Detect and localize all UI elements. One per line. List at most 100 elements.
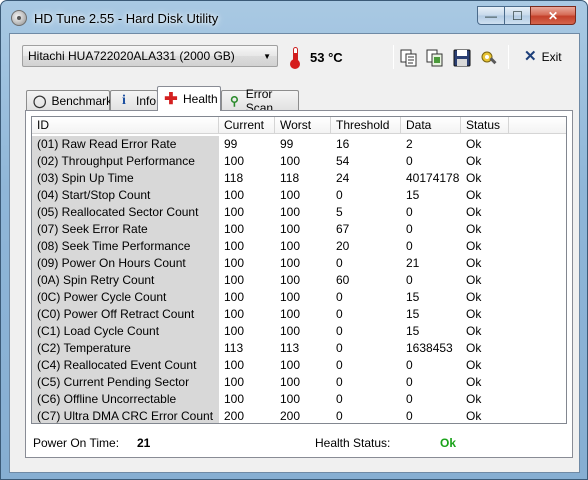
title-bar[interactable]: HD Tune 2.55 - Hard Disk Utility — ☐ ✕: [1, 1, 587, 33]
cell-worst: 100: [280, 239, 301, 253]
table-row[interactable]: (C0) Power Off Retract Count 100 100 0 15 Ok: [32, 306, 566, 323]
table-row[interactable]: (0A) Spin Retry Count 100 100 60 0 Ok: [32, 272, 566, 289]
tab-error-scan[interactable]: ⚲ Error Scan: [221, 87, 299, 115]
table-row[interactable]: (08) Seek Time Performance 100 100 20 0 Ok: [32, 238, 566, 255]
cell-current: 100: [224, 205, 245, 219]
cell-data: 0: [406, 358, 413, 372]
table-row[interactable]: (0C) Power Cycle Count 100 100 0 15 Ok: [32, 289, 566, 306]
tab-health[interactable]: ✚ Health: [157, 86, 221, 111]
cell-id: (C2) Temperature: [32, 340, 219, 357]
cell-threshold: 0: [336, 188, 343, 202]
close-button[interactable]: ✕: [530, 6, 576, 25]
cell-threshold: 67: [336, 222, 350, 236]
cell-current: 100: [224, 290, 245, 304]
cell-status: Ok: [466, 273, 482, 287]
tab-benchmark[interactable]: ◯ Benchmark: [26, 90, 113, 110]
cell-threshold: 0: [336, 392, 343, 406]
table-row[interactable]: (07) Seek Error Rate 100 100 67 0 Ok: [32, 221, 566, 238]
cell-current: 100: [224, 307, 245, 321]
cell-id: (C6) Offline Uncorrectable: [32, 391, 219, 408]
cell-worst: 100: [280, 154, 301, 168]
save-icon[interactable]: [453, 49, 471, 67]
table-row[interactable]: (09) Power On Hours Count 100 100 0 21 Ok: [32, 255, 566, 272]
client-area: Hitachi HUA722020ALA331 (2000 GB) ▼ 53 °…: [9, 33, 580, 473]
cell-id: (C1) Load Cycle Count: [32, 323, 219, 340]
column-header-current[interactable]: Current: [219, 117, 275, 134]
chevron-down-icon[interactable]: ▼: [263, 52, 271, 61]
health-panel: ID Current Worst Threshold Data Status (…: [25, 110, 573, 458]
magnifier-icon: ⚲: [229, 93, 239, 108]
cell-threshold: 0: [336, 307, 343, 321]
exit-label: Exit: [541, 50, 562, 64]
toolbar-separator: [508, 45, 509, 69]
cell-threshold: 0: [336, 341, 343, 355]
power-on-time-value: 21: [137, 436, 151, 450]
cell-current: 118: [224, 171, 244, 185]
table-row[interactable]: (03) Spin Up Time 118 118 24 40174178 Ok: [32, 170, 566, 187]
column-header-filler: [509, 117, 566, 134]
cell-status: Ok: [466, 188, 482, 202]
table-row[interactable]: (C2) Temperature 113 113 0 1638453 Ok: [32, 340, 566, 357]
cell-id: (0A) Spin Retry Count: [32, 272, 219, 289]
cell-data: 0: [406, 154, 413, 168]
cell-worst: 100: [280, 256, 301, 270]
column-header-worst[interactable]: Worst: [275, 117, 331, 134]
cell-current: 100: [224, 188, 245, 202]
cell-data: 40174178: [406, 171, 460, 185]
table-row[interactable]: (01) Raw Read Error Rate 99 99 16 2 Ok: [32, 136, 566, 153]
table-body: (01) Raw Read Error Rate 99 99 16 2 Ok (02) Th…: [32, 136, 566, 423]
window-title: HD Tune 2.55 - Hard Disk Utility: [34, 11, 219, 26]
cell-worst: 200: [280, 409, 301, 423]
tab-info[interactable]: i Info: [110, 90, 158, 110]
options-icon[interactable]: [480, 49, 498, 67]
cell-data: 0: [406, 392, 413, 406]
cell-data: 21: [406, 256, 420, 270]
table-row[interactable]: (05) Reallocated Sector Count 100 100 5 0 Ok: [32, 204, 566, 221]
table-row[interactable]: (C1) Load Cycle Count 100 100 0 15 Ok: [32, 323, 566, 340]
minimize-button[interactable]: —: [477, 6, 505, 25]
cell-status: Ok: [466, 358, 482, 372]
table-row[interactable]: (C5) Current Pending Sector 100 100 0 0 Ok: [32, 374, 566, 391]
cell-status: Ok: [466, 290, 482, 304]
smart-table[interactable]: ID Current Worst Threshold Data Status (…: [31, 116, 567, 424]
column-header-id[interactable]: ID: [32, 117, 219, 134]
copy-screen-icon[interactable]: [426, 49, 444, 67]
drive-select[interactable]: Hitachi HUA722020ALA331 (2000 GB) ▼: [22, 45, 278, 67]
cell-id: (C0) Power Off Retract Count: [32, 306, 219, 323]
cell-current: 100: [224, 324, 245, 338]
cell-id: (C7) Ultra DMA CRC Error Count: [32, 408, 219, 423]
table-row[interactable]: (C7) Ultra DMA CRC Error Count 200 200 0 0 Ok: [32, 408, 566, 423]
copy-text-icon[interactable]: [400, 49, 418, 67]
info-icon: i: [122, 92, 126, 108]
table-row[interactable]: (C6) Offline Uncorrectable 100 100 0 0 Ok: [32, 391, 566, 408]
column-header-threshold[interactable]: Threshold: [331, 117, 401, 134]
cell-worst: 100: [280, 307, 301, 321]
cell-threshold: 20: [336, 239, 350, 253]
cell-id: (07) Seek Error Rate: [32, 221, 219, 238]
cell-threshold: 0: [336, 324, 343, 338]
cell-id: (03) Spin Up Time: [32, 170, 219, 187]
cell-worst: 100: [280, 188, 301, 202]
cell-threshold: 0: [336, 409, 343, 423]
table-row[interactable]: (C4) Reallocated Event Count 100 100 0 0 Ok: [32, 357, 566, 374]
cell-data: 2: [406, 137, 413, 151]
table-row[interactable]: (04) Start/Stop Count 100 100 0 15 Ok: [32, 187, 566, 204]
thermometer-icon: [289, 47, 301, 69]
column-header-status[interactable]: Status: [461, 117, 509, 134]
cell-worst: 100: [280, 324, 301, 338]
cell-status: Ok: [466, 171, 482, 185]
health-status-value: Ok: [440, 436, 457, 450]
maximize-button[interactable]: ☐: [504, 6, 531, 25]
cell-current: 100: [224, 273, 245, 287]
cell-worst: 99: [280, 137, 294, 151]
exit-button[interactable]: ✕ Exit: [524, 49, 562, 64]
cell-status: Ok: [466, 392, 482, 406]
cell-threshold: 16: [336, 137, 350, 151]
cell-data: 0: [406, 273, 413, 287]
cell-threshold: 54: [336, 154, 350, 168]
cell-status: Ok: [466, 137, 482, 151]
tab-benchmark-label: Benchmark: [51, 93, 113, 108]
table-row[interactable]: (02) Throughput Performance 100 100 54 0 Ok: [32, 153, 566, 170]
cell-threshold: 60: [336, 273, 350, 287]
column-header-data[interactable]: Data: [401, 117, 461, 134]
